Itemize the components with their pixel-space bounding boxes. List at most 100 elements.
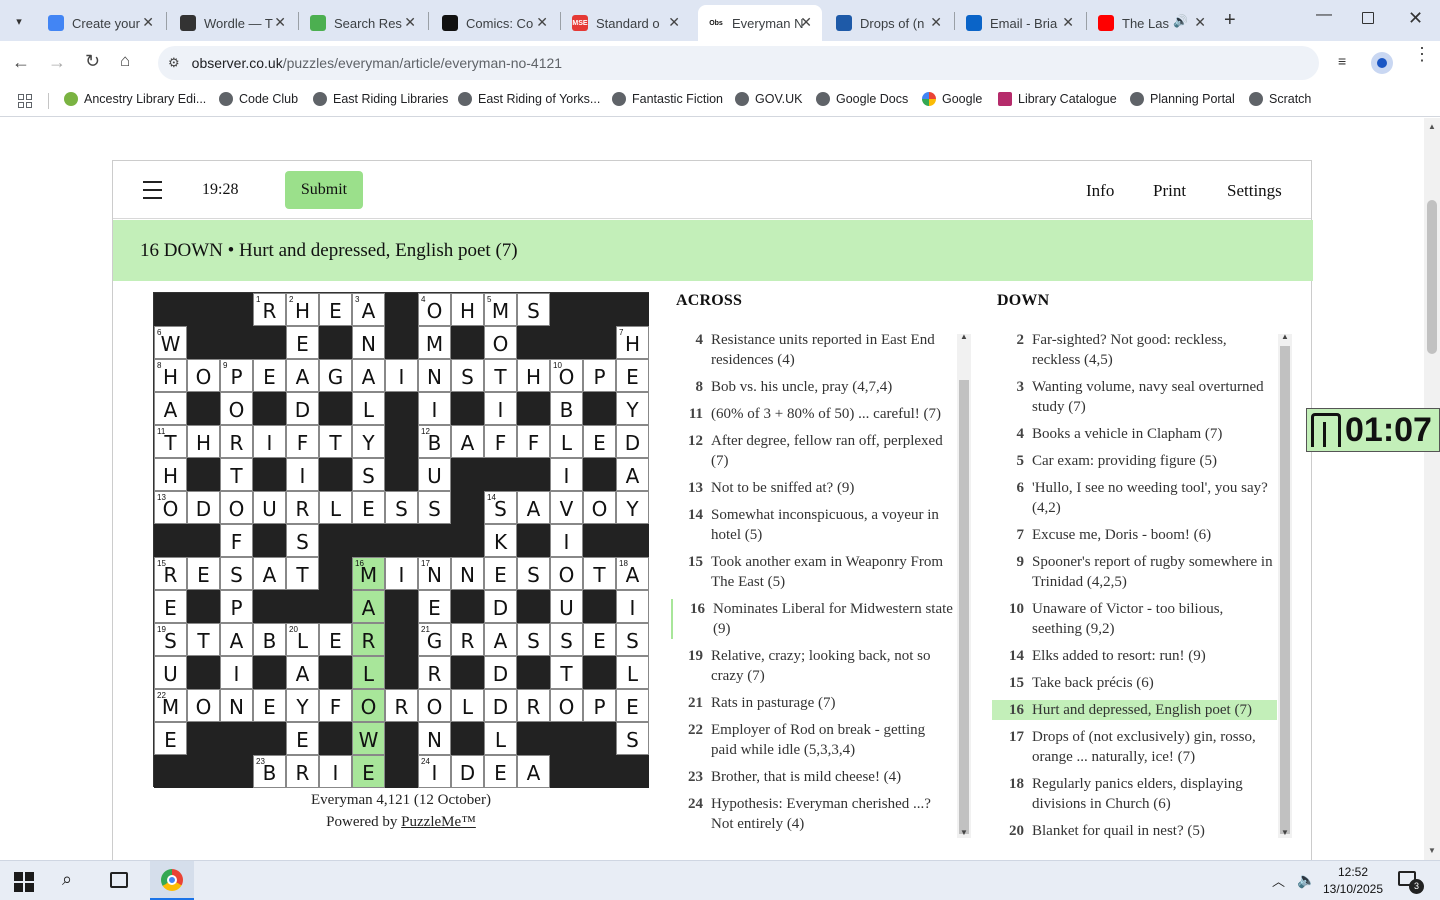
grid-cell[interactable]: I — [385, 359, 418, 392]
grid-cell[interactable]: H — [517, 359, 550, 392]
grid-cell[interactable]: I — [550, 458, 583, 491]
restore-button[interactable] — [1362, 12, 1374, 24]
down-clue[interactable]: 2 Far-sighted? Not good: reckless, reckle… — [992, 330, 1277, 370]
submit-button[interactable]: Submit — [285, 171, 363, 209]
grid-cell[interactable]: S — [352, 458, 385, 491]
down-clue[interactable]: 9 Spooner's report of rugby somewhere in … — [992, 552, 1277, 592]
down-clue[interactable]: 4 Books a vehicle in Clapham (7) — [992, 424, 1277, 444]
grid-cell[interactable]: L — [616, 656, 649, 689]
grid-cell[interactable]: I — [220, 656, 253, 689]
close-window-button[interactable]: ✕ — [1408, 8, 1423, 29]
grid-cell[interactable]: E — [286, 326, 319, 359]
grid-cell[interactable]: 13 O — [154, 491, 187, 524]
grid-cell[interactable]: E — [484, 557, 517, 590]
bookmark-item[interactable]: Fantastic Fiction — [612, 92, 723, 106]
down-clue[interactable]: 6 'Hullo, I see no weeding tool', you say… — [992, 478, 1277, 518]
across-clue[interactable]: 11 (60% of 3 + 80% of 50) ... careful! (7… — [671, 404, 953, 424]
grid-cell[interactable]: 6W — [154, 326, 187, 359]
bookmark-item[interactable]: Planning Portal — [1130, 92, 1235, 106]
down-clue-list[interactable]: 2 Far-sighted? Not good: reckless, reckle… — [992, 330, 1277, 850]
grid-cell[interactable]: D — [484, 590, 517, 623]
bookmark-item[interactable]: Code Club — [219, 92, 298, 106]
browser-tab[interactable]: Obs Everyman N ✕ — [698, 5, 822, 41]
grid-cell[interactable]: Y — [352, 425, 385, 458]
across-scrollbar[interactable]: ▲ ▼ — [957, 332, 971, 838]
close-tab-icon[interactable]: ✕ — [404, 14, 416, 31]
grid-cell[interactable]: 23 B — [253, 755, 286, 788]
grid-cell[interactable]: P — [220, 590, 253, 623]
grid-cell[interactable]: S — [517, 557, 550, 590]
close-tab-icon[interactable]: ✕ — [274, 14, 286, 31]
bookmark-item[interactable]: Library Catalogue — [998, 92, 1117, 106]
grid-cell[interactable]: O — [220, 491, 253, 524]
grid-cell[interactable]: L — [352, 656, 385, 689]
grid-cell[interactable]: N — [418, 359, 451, 392]
bookmark-item[interactable]: Google — [922, 92, 982, 106]
across-clue[interactable]: 14 Somewhat inconspicuous, a voyeur in ho… — [671, 505, 953, 545]
across-clue[interactable]: 23 Brother, that is mild cheese! (4) — [671, 767, 953, 787]
grid-cell[interactable]: 21 G — [418, 623, 451, 656]
across-clue[interactable]: 16 Nominates Liberal for Midwestern state… — [671, 599, 953, 639]
grid-cell[interactable]: A — [352, 359, 385, 392]
grid-cell[interactable]: N — [352, 326, 385, 359]
grid-cell[interactable]: S — [517, 293, 550, 326]
grid-cell[interactable]: R — [286, 491, 319, 524]
grid-cell[interactable]: O — [583, 491, 616, 524]
grid-cell[interactable]: 17 N — [418, 557, 451, 590]
grid-cell[interactable]: N — [418, 722, 451, 755]
profile-button[interactable] — [1371, 52, 1393, 74]
grid-cell[interactable]: D — [286, 392, 319, 425]
grid-cell[interactable]: 2H — [286, 293, 319, 326]
settings-button[interactable]: Settings — [1227, 181, 1282, 201]
grid-cell[interactable]: S — [220, 557, 253, 590]
down-clue[interactable]: 7 Excuse me, Doris - boom! (6) — [992, 525, 1277, 545]
grid-cell[interactable]: P — [583, 359, 616, 392]
grid-cell[interactable]: L — [550, 425, 583, 458]
grid-cell[interactable]: 8H — [154, 359, 187, 392]
grid-cell[interactable]: Y — [616, 491, 649, 524]
browser-tab[interactable]: MSE Standard o ✕ — [562, 5, 690, 41]
grid-cell[interactable]: 4O — [418, 293, 451, 326]
grid-cell[interactable]: O — [550, 557, 583, 590]
grid-cell[interactable]: O — [187, 689, 220, 722]
grid-cell[interactable]: N — [220, 689, 253, 722]
across-clue[interactable]: 21 Rats in pasturage (7) — [671, 693, 953, 713]
grid-cell[interactable]: A — [286, 359, 319, 392]
grid-cell[interactable]: S — [385, 491, 418, 524]
grid-cell[interactable]: T — [220, 458, 253, 491]
grid-cell[interactable]: 7H — [616, 326, 649, 359]
puzzleme-link[interactable]: PuzzleMe™ — [401, 814, 476, 830]
grid-cell[interactable]: 20 L — [286, 623, 319, 656]
grid-cell[interactable]: H — [451, 293, 484, 326]
grid-cell[interactable]: A — [451, 425, 484, 458]
grid-cell[interactable]: E — [616, 359, 649, 392]
grid-cell[interactable]: A — [616, 458, 649, 491]
grid-cell[interactable]: E — [583, 425, 616, 458]
grid-cell[interactable]: T — [484, 359, 517, 392]
close-tab-icon[interactable]: ✕ — [142, 14, 154, 31]
grid-cell[interactable]: S — [616, 722, 649, 755]
grid-cell[interactable]: E — [484, 755, 517, 788]
scroll-down-arrow-icon[interactable]: ▼ — [1428, 846, 1436, 855]
grid-cell[interactable]: A — [154, 392, 187, 425]
scroll-up-arrow-icon[interactable]: ▲ — [1281, 332, 1289, 341]
grid-cell[interactable]: S — [286, 524, 319, 557]
grid-cell[interactable]: E — [319, 293, 352, 326]
search-button[interactable]: ⌕ — [62, 869, 72, 890]
chrome-taskbar-button[interactable] — [150, 861, 194, 900]
grid-cell[interactable]: T — [583, 557, 616, 590]
grid-cell[interactable]: D — [187, 491, 220, 524]
grid-cell[interactable]: D — [451, 755, 484, 788]
task-view-button[interactable] — [110, 872, 128, 888]
close-tab-icon[interactable]: ✕ — [668, 14, 680, 31]
close-tab-icon[interactable]: ✕ — [1062, 14, 1074, 31]
grid-cell[interactable]: 15 R — [154, 557, 187, 590]
browser-tab[interactable]: The Las 🔊 ✕ — [1088, 5, 1216, 41]
address-bar[interactable]: ⚙ observer.co.uk/puzzles/everyman/articl… — [158, 46, 1319, 80]
scroll-up-arrow-icon[interactable]: ▲ — [1428, 122, 1436, 131]
grid-cell[interactable]: E — [154, 590, 187, 623]
start-button[interactable] — [14, 872, 34, 892]
across-clue[interactable]: 12 After degree, fellow ran off, perplexe… — [671, 431, 953, 471]
grid-cell[interactable]: D — [484, 656, 517, 689]
grid-cell[interactable]: I — [286, 458, 319, 491]
